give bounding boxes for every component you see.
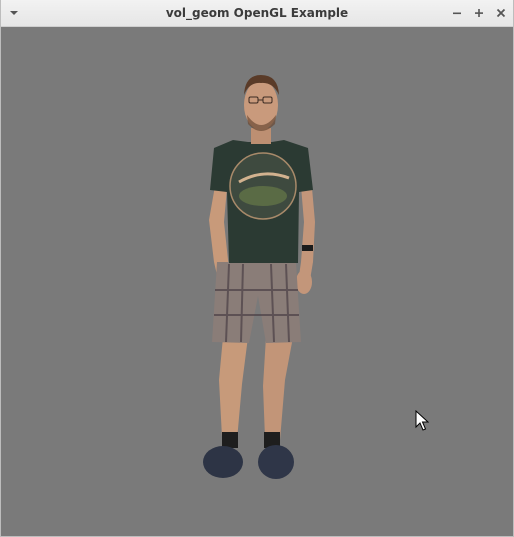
wristwatch (302, 245, 313, 251)
left-leg (219, 337, 248, 440)
mouse-pointer-icon (415, 410, 429, 431)
close-icon[interactable] (494, 6, 508, 20)
title-bar[interactable]: vol_geom OpenGL Example (1, 0, 513, 27)
left-shoe (203, 446, 243, 478)
maximize-icon[interactable] (472, 6, 486, 20)
right-hand (296, 270, 312, 294)
shirt-graphic-hill (239, 186, 287, 206)
opengl-viewport[interactable] (1, 27, 513, 536)
minimize-icon[interactable] (450, 6, 464, 20)
window-title: vol_geom OpenGL Example (165, 6, 349, 20)
app-window: vol_geom OpenGL Example (0, 0, 514, 537)
right-leg (263, 337, 293, 440)
left-sock (222, 432, 238, 448)
right-shoe (258, 445, 294, 479)
person-model (203, 75, 315, 479)
